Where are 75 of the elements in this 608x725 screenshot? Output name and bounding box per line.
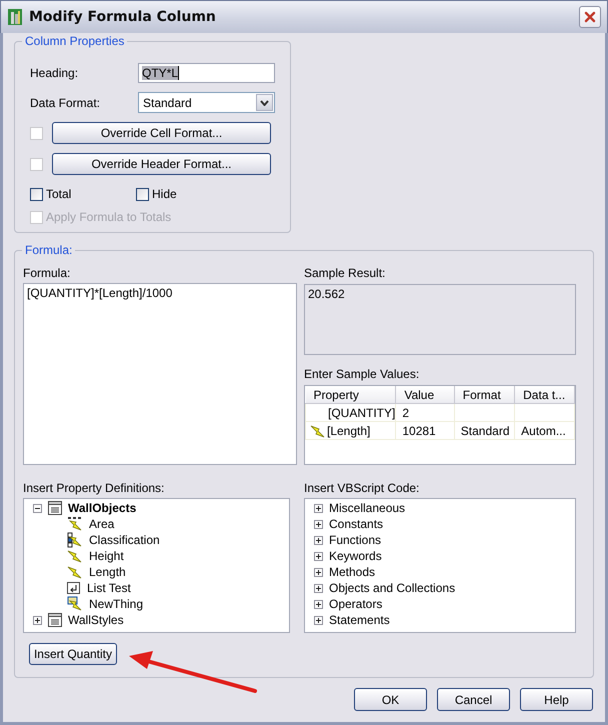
location-bolt-icon [67, 596, 83, 612]
tree-item[interactable]: Methods [329, 565, 376, 579]
expand-icon[interactable] [314, 568, 323, 576]
tree-item[interactable]: Length [89, 565, 126, 579]
collapse-icon[interactable] [33, 504, 42, 512]
tree-item[interactable]: Objects and Collections [329, 581, 456, 595]
column-header[interactable]: Value [396, 386, 454, 404]
data-format-dropdown[interactable]: Standard [138, 92, 275, 113]
checkbox[interactable] [30, 188, 43, 200]
vbscript-tree[interactable]: Miscellaneous Constants Functions Keywords Methods Objects and Collections Operators Statements [304, 498, 576, 633]
expand-icon[interactable] [33, 616, 42, 624]
tree-item[interactable]: Constants [329, 517, 384, 531]
expand-icon[interactable] [314, 552, 323, 560]
field-label: Enter Sample Values: [304, 367, 420, 383]
column-header[interactable]: Property [306, 386, 396, 404]
tree-item[interactable]: Area [89, 517, 114, 531]
tree-item[interactable]: NewThing [89, 597, 144, 611]
column-header[interactable]: Format [454, 386, 515, 404]
formula-editor[interactable]: [QUANTITY]*[Length]/1000 [23, 283, 297, 465]
formula-bolt-icon [67, 516, 83, 532]
field-label: Insert Property Definitions: [23, 481, 166, 497]
table-cell: Standard [460, 424, 510, 438]
expand-icon[interactable] [314, 600, 323, 608]
checkbox-label: Apply Formula to Totals [46, 210, 172, 224]
group-legend: Column Properties [22, 34, 128, 48]
field-label: Insert VBScript Code: [304, 481, 420, 497]
group-legend: Formula: [22, 243, 76, 257]
insert-quantity-button[interactable]: Insert Quantity [29, 643, 117, 665]
list-icon [67, 581, 81, 595]
checkbox[interactable] [136, 188, 149, 200]
tree-item[interactable]: Functions [329, 533, 382, 547]
bolt-icon [310, 422, 326, 438]
property-tree[interactable]: WallObjects Area Classification Height Length List Test NewThing WallStyles [23, 498, 290, 633]
expand-icon[interactable] [314, 616, 323, 624]
cancel-button[interactable]: Cancel [437, 688, 510, 711]
table-cell: [QUANTITY] [328, 406, 396, 420]
tree-item[interactable]: Operators [329, 597, 382, 611]
column-header[interactable]: Data t... [514, 386, 574, 404]
close-button[interactable] [579, 6, 601, 28]
sample-result-box: 20.562 [304, 284, 576, 355]
bolt-icon [67, 548, 83, 564]
tree-item[interactable]: Classification [89, 533, 160, 547]
expand-icon[interactable] [314, 520, 323, 528]
expand-icon[interactable] [314, 536, 323, 544]
tree-item[interactable]: WallStyles [68, 613, 124, 627]
tree-item[interactable]: Keywords [329, 549, 382, 563]
table-cell: 10281 [402, 424, 436, 438]
app-icon [7, 8, 23, 26]
field-label: Data Format: [30, 96, 102, 110]
checkbox-label: Hide [152, 187, 177, 201]
ok-button[interactable]: OK [354, 688, 427, 711]
field-label: Formula: [23, 266, 72, 282]
property-set-icon [48, 613, 62, 627]
expand-icon[interactable] [314, 504, 323, 512]
tree-item[interactable]: Statements [329, 613, 390, 627]
heading-field[interactable]: QTY*L [138, 63, 275, 83]
tree-item[interactable]: List Test [87, 581, 131, 595]
window-title: Modify Formula Column [29, 9, 217, 25]
tree-item[interactable]: Miscellaneous [329, 501, 406, 515]
chevron-down-icon [260, 100, 269, 106]
checkbox-label: Total [46, 187, 72, 201]
table-cell: 2 [402, 406, 410, 420]
field-label: Sample Result: [304, 266, 386, 282]
tree-item[interactable]: WallObjects [68, 501, 136, 515]
close-icon [584, 11, 596, 23]
table-cell: Autom... [521, 424, 566, 438]
classification-bolt-icon [67, 532, 83, 548]
field-label: Heading: [30, 66, 80, 80]
help-button[interactable]: Help [520, 688, 593, 711]
table-cell: [Length] [327, 424, 370, 438]
sample-values-grid[interactable]: Property Value Format Data t... [QUANTITY] 2 [Length] 10281 Standard Autom... [304, 385, 576, 465]
bolt-icon [67, 564, 83, 580]
expand-icon[interactable] [314, 584, 323, 592]
property-set-icon [48, 501, 62, 515]
tree-item[interactable]: Height [89, 549, 124, 563]
